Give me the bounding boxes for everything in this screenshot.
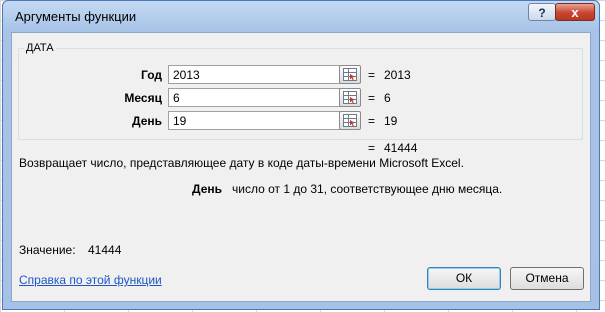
day-input[interactable] (168, 111, 342, 130)
arg-label-day: День (132, 114, 162, 128)
close-icon: x (571, 5, 579, 20)
function-help-link[interactable]: Справка по этой функции (19, 273, 162, 287)
arg-label-month: Месяц (124, 91, 162, 105)
help-button[interactable]: ? (528, 3, 556, 21)
dialog-body: ДАТА Год = 2013 Месяц (11, 32, 591, 302)
close-button[interactable]: x (555, 3, 595, 21)
range-select-icon (343, 68, 357, 81)
range-select-icon (343, 91, 357, 104)
year-result: 2013 (384, 68, 411, 82)
month-result: 6 (384, 91, 391, 105)
day-eq: = (368, 114, 376, 128)
result-eq: = (368, 141, 376, 155)
day-ref-button[interactable] (339, 111, 361, 130)
dialog-title: Аргументы функции (15, 9, 137, 24)
ok-button[interactable]: ОК (427, 267, 501, 290)
formula-result: 41444 (384, 141, 418, 155)
function-description: Возвращает число, представляющее дату в … (19, 156, 464, 170)
month-input[interactable] (168, 88, 342, 107)
range-select-icon (343, 114, 357, 127)
day-result: 19 (384, 114, 398, 128)
cancel-button[interactable]: Отмена (510, 267, 584, 290)
function-arguments-dialog: Аргументы функции ? x ДАТА Год = 2013 Ме… (2, 0, 600, 310)
title-bar[interactable]: Аргументы функции ? x (3, 1, 599, 33)
arg-label-year: Год (141, 68, 162, 82)
function-name: ДАТА (24, 42, 56, 54)
arg-help-text: число от 1 до 31, соответствующее дню ме… (232, 182, 503, 196)
year-ref-button[interactable] (339, 65, 361, 84)
value-result: 41444 (88, 243, 122, 257)
year-eq: = (368, 68, 376, 82)
month-ref-button[interactable] (339, 88, 361, 107)
value-label: Значение: (19, 243, 76, 257)
month-eq: = (368, 91, 376, 105)
year-input[interactable] (168, 65, 342, 84)
arg-help-name: День (192, 182, 222, 196)
